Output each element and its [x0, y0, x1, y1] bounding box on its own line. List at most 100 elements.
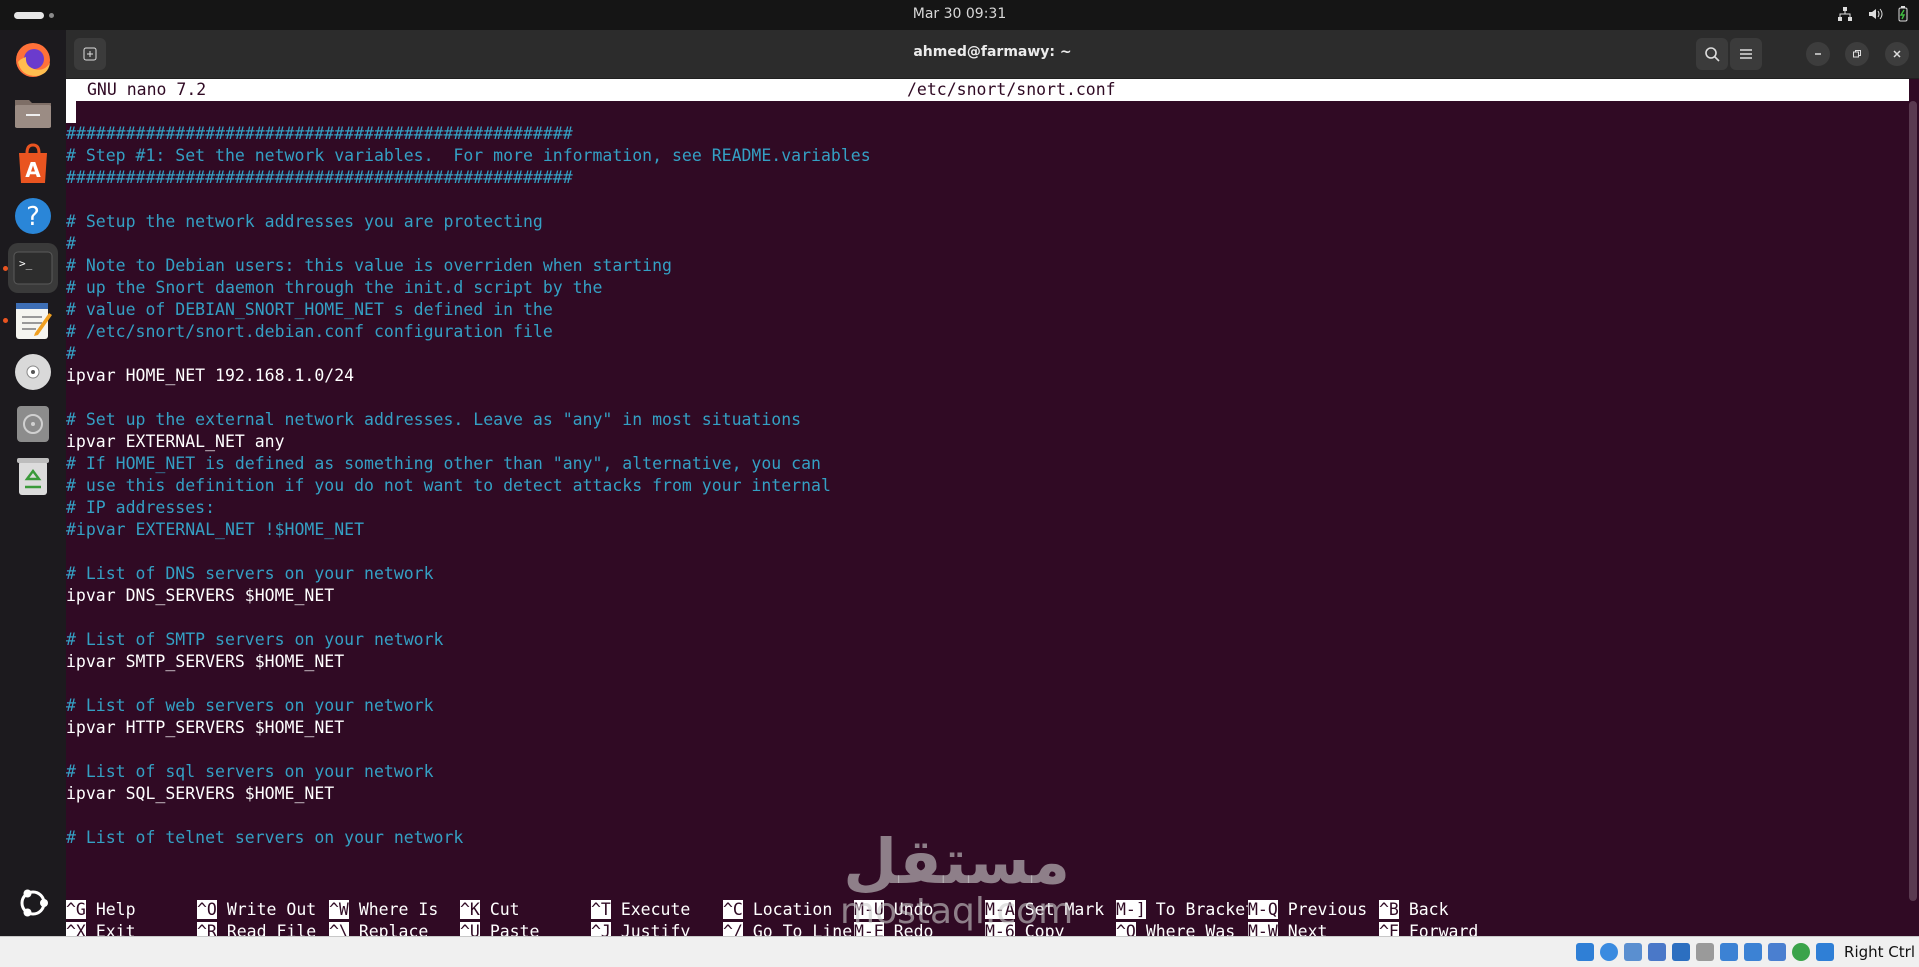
file-line[interactable]: ipvar HTTP_SERVERS $HOME_NET [66, 717, 1909, 739]
shortcut-item: ^T Execute [591, 899, 690, 921]
file-line[interactable]: # If HOME_NET is defined as something ot… [66, 453, 1909, 475]
shortcut-label: Where Is [358, 900, 439, 919]
dock-app-center[interactable]: A [8, 139, 58, 189]
terminal-window: ahmed@farmawy: ~ GNU nano 7.2 /etc/snort… [66, 30, 1919, 941]
shortcut-item: ^K Cut [460, 899, 520, 921]
shortcut-item: ^G Help [66, 899, 136, 921]
network-adapter-icon[interactable] [1648, 943, 1666, 961]
optical-drive-icon[interactable] [1600, 943, 1618, 961]
audio-icon[interactable] [1624, 943, 1642, 961]
shortcut-item: M-] To Bracket [1116, 899, 1255, 921]
svg-text:?: ? [26, 202, 40, 232]
shortcut-label: Back [1408, 900, 1449, 919]
app-center-icon: A [19, 143, 47, 183]
file-line[interactable] [66, 673, 1909, 695]
dock-trash[interactable] [8, 451, 58, 501]
dock-files[interactable] [8, 87, 58, 137]
usb-icon[interactable] [1672, 943, 1690, 961]
display-icon[interactable] [1720, 943, 1738, 961]
scrollbar[interactable] [1909, 101, 1917, 901]
file-line[interactable]: # up the Snort daemon through the init.d… [66, 277, 1909, 299]
dock-firefox[interactable] [8, 35, 58, 85]
file-line[interactable]: ipvar EXTERNAL_NET any [66, 431, 1909, 453]
network-icon[interactable] [1837, 6, 1853, 26]
dock-help[interactable]: ? [8, 191, 58, 241]
shortcut-label: To Bracket [1155, 900, 1256, 919]
shortcut-item: ^W Where Is [329, 899, 438, 921]
nano-titlebar: GNU nano 7.2 /etc/snort/snort.conf [66, 79, 1909, 101]
file-line[interactable]: # Step #1: Set the network variables. Fo… [66, 145, 1909, 167]
dock-text-editor[interactable] [8, 295, 58, 345]
file-line[interactable]: # List of web servers on your network [66, 695, 1909, 717]
file-line[interactable]: # Setup the network addresses you are pr… [66, 211, 1909, 233]
file-line[interactable]: # List of sql servers on your network [66, 761, 1909, 783]
shortcut-item: M-Q Previous [1248, 899, 1367, 921]
file-line[interactable]: ########################################… [66, 167, 1909, 189]
window-title: ahmed@farmawy: ~ [913, 44, 1072, 60]
nano-version: GNU nano 7.2 [87, 80, 207, 99]
dock-drive[interactable] [8, 399, 58, 449]
virtualization-icon[interactable] [1768, 943, 1786, 961]
file-line[interactable]: ipvar SMTP_SERVERS $HOME_NET [66, 651, 1909, 673]
battery-icon[interactable] [1897, 6, 1909, 26]
shortcut-key: ^G [66, 900, 86, 919]
minimize-button[interactable] [1806, 42, 1830, 66]
file-line[interactable]: # Note to Debian users: this value is ov… [66, 255, 1909, 277]
maximize-button[interactable] [1845, 42, 1869, 66]
recording-icon[interactable] [1744, 943, 1762, 961]
dock-terminal[interactable]: >_ [8, 243, 58, 293]
minimize-icon [1815, 53, 1821, 55]
shortcut-key: ^O [197, 900, 217, 919]
file-line[interactable]: ipvar HOME_NET 192.168.1.0/24 [66, 365, 1909, 387]
file-line[interactable]: #ipvar EXTERNAL_NET !$HOME_NET [66, 519, 1909, 541]
file-line[interactable] [66, 805, 1909, 827]
vm-status-icons [1576, 943, 1834, 961]
hard-disk-icon[interactable] [1576, 943, 1594, 961]
file-line[interactable]: # [66, 233, 1909, 255]
system-tray[interactable] [1837, 6, 1909, 26]
menu-button[interactable] [1730, 38, 1762, 70]
shortcut-key: M-Q [1248, 900, 1278, 919]
file-line[interactable]: # Set up the external network addresses.… [66, 409, 1909, 431]
file-line[interactable] [66, 739, 1909, 761]
disc-icon [15, 354, 51, 390]
terminal-area[interactable]: GNU nano 7.2 /etc/snort/snort.conf #####… [66, 79, 1919, 941]
close-icon [1893, 50, 1901, 58]
clock[interactable]: Mar 30 09:31 [0, 6, 1919, 22]
volume-icon[interactable] [1867, 6, 1883, 26]
shortcut-label: Cut [489, 900, 520, 919]
file-line[interactable]: ipvar DNS_SERVERS $HOME_NET [66, 585, 1909, 607]
shortcut-key: ^W [329, 900, 349, 919]
close-button[interactable] [1885, 42, 1909, 66]
firefox-icon [16, 43, 50, 77]
file-line[interactable]: ########################################… [66, 123, 1909, 145]
file-content[interactable]: ########################################… [66, 123, 1909, 849]
watermark-latin: mostaql.com [840, 891, 1074, 932]
file-line[interactable]: # /etc/snort/snort.debian.conf configura… [66, 321, 1909, 343]
file-line[interactable] [66, 387, 1909, 409]
file-line[interactable]: # [66, 343, 1909, 365]
keyboard-capture-icon[interactable] [1816, 943, 1834, 961]
drive-icon [17, 406, 49, 442]
text-editor-running-dot [3, 318, 8, 323]
dock: A ? >_ [0, 30, 66, 936]
file-line[interactable] [66, 541, 1909, 563]
shared-folders-icon[interactable] [1696, 943, 1714, 961]
mouse-integration-icon[interactable] [1792, 943, 1810, 961]
show-apps-button[interactable] [8, 878, 58, 928]
search-button[interactable] [1696, 38, 1728, 70]
file-line[interactable]: ipvar SQL_SERVERS $HOME_NET [66, 783, 1909, 805]
file-line[interactable]: # List of DNS servers on your network [66, 563, 1909, 585]
file-line[interactable]: # use this definition if you do not want… [66, 475, 1909, 497]
file-line[interactable] [66, 189, 1909, 211]
file-line[interactable]: # List of SMTP servers on your network [66, 629, 1909, 651]
hamburger-menu-icon [1740, 49, 1752, 59]
window-headerbar[interactable]: ahmed@farmawy: ~ [66, 30, 1919, 79]
shortcut-label: Write Out [226, 900, 317, 919]
shortcut-key: ^B [1379, 900, 1399, 919]
file-line[interactable] [66, 607, 1909, 629]
dock-disc[interactable] [8, 347, 58, 397]
top-bar: Mar 30 09:31 [0, 0, 1919, 30]
file-line[interactable]: # IP addresses: [66, 497, 1909, 519]
file-line[interactable]: # value of DEBIAN_SNORT_HOME_NET s defin… [66, 299, 1909, 321]
